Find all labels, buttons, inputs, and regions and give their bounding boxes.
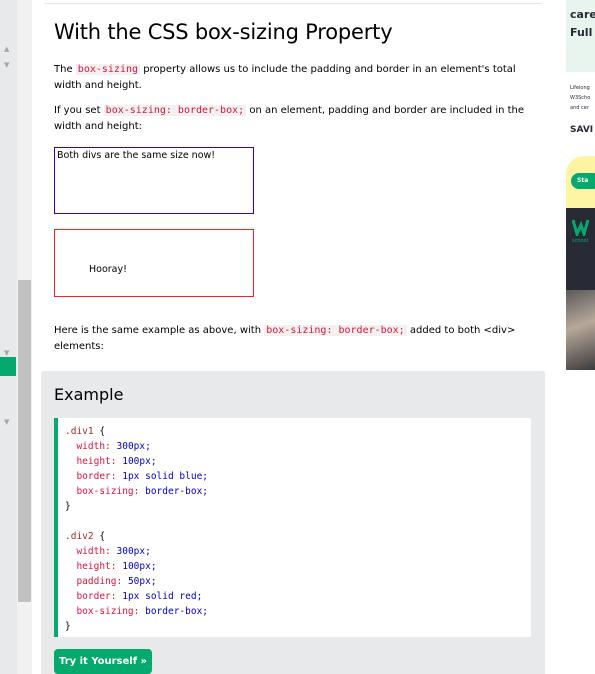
caret-up-icon[interactable]: ▲ — [4, 46, 9, 53]
ad-headline-line1: care — [570, 8, 595, 21]
caret-down-icon[interactable]: ▼ — [4, 62, 9, 69]
ad-start-button[interactable]: Sta — [571, 173, 595, 189]
ad-text: W3Scho — [570, 95, 591, 101]
w3schools-logo-icon — [572, 219, 590, 236]
ad-text: Lifelong — [570, 85, 590, 91]
ad-headline-line2: Full — [570, 26, 593, 39]
gutter — [554, 0, 566, 674]
demo-div2: Hooray! — [54, 229, 254, 297]
caret-icon[interactable]: ▼ — [4, 350, 9, 357]
page: ▲ ▼ ▼ ▼ With the CSS box-sizing Property… — [0, 0, 595, 674]
sidebar-scrollbar-thumb[interactable] — [18, 280, 31, 602]
example-box: Example .div1 { width: 300px; height: 10… — [41, 371, 545, 674]
inline-code: box-sizing: border-box; — [103, 105, 247, 116]
tutorial-article: With the CSS box-sizing Property The box… — [41, 0, 545, 674]
section-title: With the CSS box-sizing Property — [54, 20, 393, 44]
example-heading: Example — [54, 385, 124, 404]
ad-photo — [566, 290, 595, 370]
inline-code: box-sizing: border-box; — [264, 325, 407, 336]
caret-icon[interactable]: ▼ — [4, 419, 9, 426]
ad-save-text: SAVI — [570, 125, 594, 135]
try-it-yourself-button[interactable]: Try it Yourself » — [54, 649, 152, 674]
active-sidebar-marker — [0, 357, 16, 376]
ad-logo-text: school — [572, 238, 589, 244]
inline-code: box-sizing — [75, 64, 141, 75]
main-content: With the CSS box-sizing Property The box… — [32, 0, 554, 674]
divider — [44, 3, 542, 4]
paragraph-intro: The box-sizing property allows us to inc… — [54, 64, 516, 91]
ad-banner[interactable]: care Full Lifelong W3Scho and cer SAVI S… — [566, 0, 595, 674]
demo-div1: Both divs are the same size now! — [54, 147, 254, 214]
ad-text: and cer — [570, 105, 589, 111]
paragraph-same-example: Here is the same example as above, with … — [54, 325, 516, 352]
code-block: .div1 { width: 300px; height: 100px; bor… — [54, 418, 531, 637]
paragraph-border-box: If you set box-sizing: border-box; on an… — [54, 105, 525, 132]
